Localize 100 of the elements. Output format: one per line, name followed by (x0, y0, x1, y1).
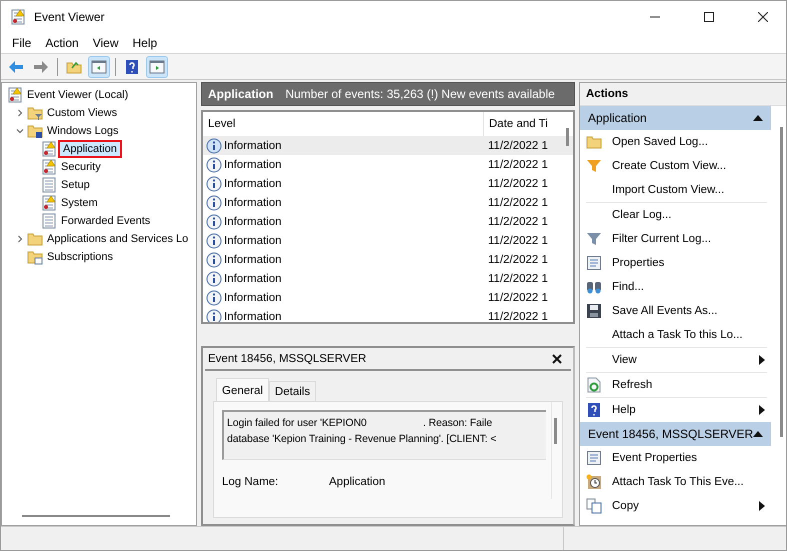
tree-item[interactable]: Application (60, 142, 120, 156)
filter-icon (586, 231, 602, 247)
date-text: 11/2/2022 1 (487, 234, 549, 246)
task-link[interactable]: Refresh (580, 373, 772, 397)
date-text: 11/2/2022 1 (487, 216, 549, 228)
event-row[interactable]: Information 11/2/2022 1 (203, 269, 573, 288)
clock-icon (586, 474, 602, 490)
info-icon (206, 308, 222, 322)
section-header[interactable]: Application (580, 106, 772, 130)
tree-item[interactable]: Applications and Services Lo (46, 232, 190, 246)
task-link[interactable]: Clear Log... (580, 203, 772, 227)
level-text: Information (224, 254, 282, 266)
collapse-triangle-icon[interactable] (753, 431, 764, 437)
folder-icon (27, 231, 43, 247)
folder-icon (27, 105, 43, 121)
column-header[interactable]: Level (203, 112, 483, 136)
task-label: Save All Events As... (612, 305, 718, 317)
task-link[interactable]: Attach a Task To this Lo... (580, 323, 772, 347)
log-icon (41, 177, 57, 193)
level-text: Information (224, 140, 282, 152)
date-text: 11/2/2022 1 (487, 254, 549, 266)
task-link[interactable]: Import Custom View... (580, 178, 772, 202)
menu-item[interactable]: Help (126, 36, 164, 50)
level-text: Information (224, 272, 282, 284)
event-row[interactable]: Information 11/2/2022 1 (203, 250, 573, 269)
log-warning-icon (7, 87, 23, 103)
event-row[interactable]: Information 11/2/2022 1 (203, 212, 573, 231)
binoculars-icon (586, 279, 602, 295)
collapse-triangle-icon[interactable] (753, 115, 764, 121)
info-icon (206, 156, 222, 172)
log-warning-icon (41, 141, 57, 157)
event-row[interactable]: Information 11/2/2022 1 (203, 136, 573, 155)
actionpane-button[interactable] (146, 56, 168, 78)
tree-item[interactable]: Windows Logs (46, 124, 120, 138)
event-row[interactable]: Information 11/2/2022 1 (203, 155, 573, 174)
task-link[interactable]: Find... (580, 275, 772, 299)
date-text: 11/2/2022 1 (487, 196, 549, 208)
folder-icon (586, 134, 602, 150)
help-icon (124, 58, 140, 74)
tree-item[interactable]: Event Viewer (Local) (26, 88, 130, 102)
info-icon (206, 232, 222, 248)
task-label: Open Saved Log... (612, 136, 709, 148)
menu-item[interactable]: View (86, 36, 126, 50)
console-button[interactable] (88, 56, 110, 78)
close-icon (758, 12, 768, 22)
task-label: Event Properties (612, 452, 698, 464)
expand-chevron-icon[interactable] (16, 235, 24, 243)
date-text: 11/2/2022 1 (487, 178, 549, 190)
task-label: Import Custom View... (612, 184, 726, 196)
menu-item[interactable]: Action (38, 36, 86, 50)
copy-icon (586, 498, 602, 514)
info-icon (206, 270, 222, 286)
task-label: Filter Current Log... (612, 233, 712, 245)
tree-item[interactable]: Security (60, 160, 102, 174)
tree-item[interactable]: System (60, 196, 99, 210)
filter-icon (586, 158, 602, 174)
tab[interactable]: General (216, 378, 269, 401)
task-label: Attach Task To This Eve... (612, 476, 745, 488)
pane-icon (149, 58, 165, 74)
folder-icon (27, 249, 43, 265)
tree-item[interactable]: Setup (60, 178, 91, 192)
tree-item[interactable]: Custom Views (46, 106, 118, 120)
section-header[interactable]: Event 18456, MSSQLSERVER (580, 422, 772, 446)
level-text: Information (224, 310, 282, 322)
level-text: Information (224, 178, 282, 190)
event-row[interactable]: Information 11/2/2022 1 (203, 174, 573, 193)
info-icon (206, 138, 222, 154)
task-link[interactable]: Properties (580, 251, 772, 275)
actions-title: Actions (580, 83, 786, 106)
event-row[interactable]: Information 11/2/2022 1 (203, 307, 573, 322)
event-row[interactable]: Information 11/2/2022 1 (203, 193, 573, 212)
maximize-icon (704, 12, 714, 22)
date-text: 11/2/2022 1 (487, 140, 549, 152)
tree-item[interactable]: Subscriptions (46, 250, 114, 264)
properties-icon (586, 450, 602, 466)
task-label: Properties (612, 257, 666, 269)
detail-title: Event 18456, MSSQLSERVER (208, 352, 366, 364)
log-warning-icon (41, 159, 57, 175)
collapse-chevron-icon[interactable] (16, 127, 24, 135)
task-link[interactable]: Event Properties (580, 446, 772, 470)
help-icon (586, 402, 602, 418)
task-link[interactable]: View (580, 348, 772, 372)
info-icon (206, 214, 222, 230)
info-icon (206, 290, 222, 306)
task-link[interactable]: Copy (580, 494, 772, 518)
tree-item[interactable]: Forwarded Events (60, 214, 152, 228)
event-row[interactable]: Information 11/2/2022 1 (203, 288, 573, 307)
tab[interactable]: Details (268, 381, 316, 401)
task-link[interactable]: Save All Events As... (580, 299, 772, 323)
menu-item[interactable]: File (5, 36, 38, 50)
date-text: 11/2/2022 1 (487, 292, 549, 304)
task-link[interactable]: Create Custom View... (580, 154, 772, 178)
log-icon (41, 213, 57, 229)
task-link[interactable]: Help (580, 398, 772, 422)
expand-chevron-icon[interactable] (16, 109, 24, 117)
task-link[interactable]: Attach Task To This Eve... (580, 470, 772, 494)
task-link[interactable]: Filter Current Log... (580, 227, 772, 251)
close-button[interactable] (551, 352, 563, 364)
task-link[interactable]: Open Saved Log... (580, 130, 772, 154)
event-row[interactable]: Information 11/2/2022 1 (203, 231, 573, 250)
